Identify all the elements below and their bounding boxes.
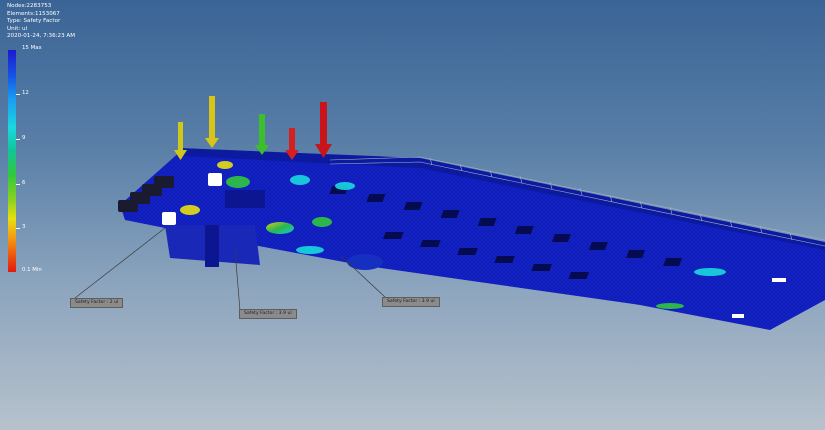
probe-callout[interactable]: Safety Factor : 2 ul: [70, 298, 124, 308]
fea-model-viewport[interactable]: [0, 0, 825, 430]
force-arrow-icon[interactable]: [255, 114, 269, 155]
probe-callout[interactable]: Safety Factor : 3.9 ul: [239, 309, 297, 319]
probe-marker[interactable]: [162, 212, 176, 225]
probe-callout[interactable]: Safety Factor : 3.9 ul: [382, 297, 440, 307]
force-arrow-icon[interactable]: [315, 102, 332, 158]
probe-marker[interactable]: [208, 173, 222, 186]
ramp-structure[interactable]: [118, 148, 825, 330]
force-arrow-icon[interactable]: [205, 96, 219, 148]
